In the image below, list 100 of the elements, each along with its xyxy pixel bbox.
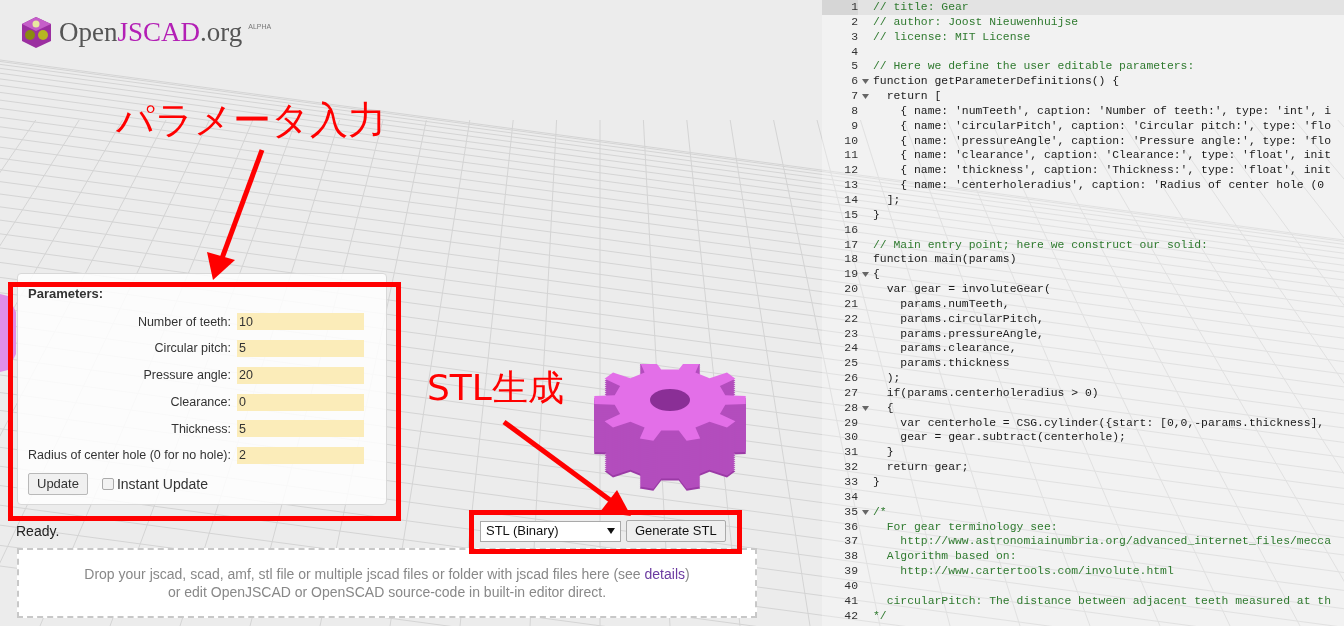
code-line: return [ [885,89,942,104]
line-number: 10 [843,133,858,149]
code-comment: // author: Joost Nieuwenhuijse [873,14,1079,30]
code-comment: circularPitch: The distance between adjacent teeth measured at th [885,593,1331,609]
code-comment: http://www.astronomiainumbria.org/advanced_internet_files/mecca [899,534,1331,550]
field-label: Number of teeth: [136,313,231,331]
line-number: 7 [850,89,858,104]
field-label: Radius of center hole (0 for no hole): [28,447,231,465]
code-line: { name: 'circularPitch', caption: 'Circular pitch:', type: 'flo [899,118,1331,134]
line-number: 28 [843,400,858,416]
drop-instructions: Drop your jscad, scad, amf, stl file or multiple jscad files or folder with jscad files here (see details) or edit OpenJSCAD or OpenSCAD source-code in built-in editor direct. [84,565,690,601]
line-number: 33 [843,475,858,490]
line-number: 3 [850,29,858,45]
line-number: 8 [850,103,858,119]
parameter-input[interactable]: 20 [237,366,364,384]
line-number: 11 [843,148,858,164]
field-label: Thickness: [170,420,231,438]
code-comment: // title: Gear [873,0,969,15]
code-comment: // Main entry point; here we construct our solid: [873,237,1208,253]
code-line: { name: 'thickness', caption: 'Thickness:', type: 'float', init [899,163,1331,179]
field-label: Circular pitch: [153,340,231,358]
update-button[interactable]: Update [28,473,88,495]
line-number: 24 [843,341,858,357]
fold-caret-icon[interactable] [862,405,869,411]
line-number: 38 [843,549,858,565]
line-number: 13 [843,178,858,193]
code-line: ); [885,371,901,386]
line-number: 42 [843,608,858,624]
line-number: 32 [843,460,858,475]
line-number: 34 [843,489,858,505]
line-number: 12 [843,163,858,179]
code-line: params.pressureAngle, [899,326,1044,342]
annotation-label: STL生成 [427,366,564,410]
line-number: 19 [843,267,858,283]
field-label: Clearance: [169,393,231,411]
field-label: Pressure angle: [142,367,231,384]
parameter-input[interactable]: 2 [237,447,364,465]
parameter-input[interactable]: 5 [237,420,364,438]
logo-word[interactable]: JSCAD [117,17,200,47]
line-number: 2 [850,14,858,30]
instant-update-checkbox[interactable] [101,478,114,490]
generate-stl-button[interactable]: Generate STL [626,520,726,542]
code-comment: For gear terminology see: [885,519,1058,535]
line-number: 15 [843,207,858,223]
parameter-input[interactable]: 5 [237,340,364,358]
parameters-title: Parameters: [28,285,105,303]
fold-caret-icon[interactable] [862,272,869,278]
code-line: } [885,445,894,461]
parameter-input[interactable]: 0 [237,393,364,411]
line-number: 16 [843,222,858,238]
code-comment: /* [873,504,887,520]
line-number: 18 [843,252,858,268]
logo-word[interactable]: Open [59,17,118,47]
parameter-input[interactable]: 10 [237,313,364,331]
format-select[interactable]: STL (Binary) [480,520,621,542]
code-line: var centerhole = CSG.cylinder({start: [0,0,-params.thickness], [899,415,1325,431]
drop-zone[interactable]: Drop your jscad, scad, amf, stl file or multiple jscad files or folder with jscad files here (see details) or edit OpenJSCAD or OpenSCAD source-code in built-in editor direct. [17,548,757,618]
code-line: ]; [885,192,901,208]
code-line: { name: 'centerholeradius', caption: 'Radius of center hole (0 [899,178,1325,193]
line-number: 41 [843,593,858,609]
line-number: 9 [850,118,858,134]
code-line: } [873,207,880,223]
line-number: 17 [843,237,858,253]
cube-logo-icon [20,16,53,49]
code-line: params.clearance, [899,341,1017,357]
code-line: gear = gear.subtract(centerhole); [899,430,1126,446]
code-line: function main(params) [873,252,1017,268]
line-number: 21 [843,296,858,312]
code-comment: // license: MIT License [873,29,1031,45]
code-line: { name: 'pressureAngle', caption: 'Pressure angle:', type: 'flo [899,133,1331,149]
fold-caret-icon[interactable] [862,79,869,85]
code-line: return gear; [885,460,969,475]
logo-word[interactable]: .org [200,17,243,47]
line-number: 14 [843,192,858,208]
status-text: Ready. [16,521,61,541]
fold-caret-icon[interactable] [862,509,869,515]
line-number: 1 [822,0,858,15]
line-number: 4 [850,44,858,60]
dropdown-caret-icon [607,528,615,534]
code-line: } [873,475,880,490]
line-number: 25 [843,356,858,372]
details-link[interactable]: details [644,566,685,582]
code-line: { name: 'clearance', caption: 'Clearance:', type: 'float', init [899,148,1331,164]
code-comment: http://www.cartertools.com/involute.html [899,564,1174,579]
code-line: params.numTeeth, [899,296,1010,312]
code-editor[interactable] [822,0,1344,626]
line-number: 22 [843,311,858,327]
line-number: 40 [843,578,858,594]
code-comment: // Here we define the user editable parameters: [873,59,1195,75]
code-line: { [885,400,894,416]
line-number: 37 [843,534,858,550]
line-number: 31 [843,445,858,461]
code-line: { name: 'numTeeth', caption: 'Number of teeth:', type: 'int', i [899,103,1331,119]
fold-caret-icon[interactable] [862,94,869,99]
line-number: 5 [850,59,858,75]
code-line: var gear = involuteGear( [885,282,1051,297]
instant-update-label: Instant Update [116,474,208,494]
annotation-label: パラメータ入力 [116,97,386,143]
code-line: params.circularPitch, [899,311,1044,327]
line-number: 35 [843,504,858,520]
